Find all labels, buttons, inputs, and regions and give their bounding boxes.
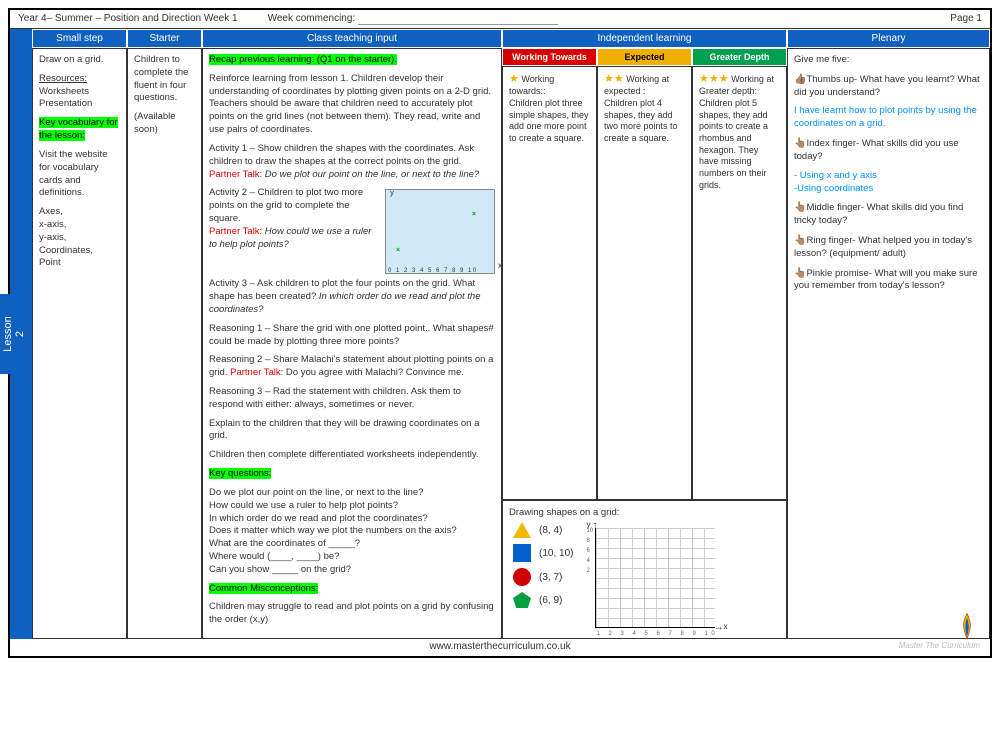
hdr-plenary: Plenary <box>787 29 990 48</box>
thumbs-up-icon: 👍🏽 <box>794 74 806 85</box>
middle-finger-icon: 👆🏽 <box>794 202 806 213</box>
week-commencing-input[interactable] <box>358 13 558 25</box>
independent-cell: Working Towards Expected Greater Depth ★… <box>502 48 787 639</box>
triangle-icon <box>513 522 531 538</box>
hdr-teaching: Class teaching input <box>202 29 502 48</box>
shape-row-triangle: (8, 4) <box>513 522 573 538</box>
grid-wrap: Lesson 2 Small step Starter Class teachi… <box>10 29 990 639</box>
footer-url: www.masterthecurriculum.co.uk <box>10 639 990 656</box>
main-grid: Small step Starter Class teaching input … <box>32 29 990 639</box>
inline-coordinate-grid: y x 0 1 2 3 4 5 6 7 8 9 10 × × <box>385 189 495 274</box>
ring-finger-icon: 👆🏽 <box>794 235 806 246</box>
small-step-cell: Draw on a grid. Resources: Worksheets Pr… <box>32 48 127 639</box>
lesson-plan-page: Year 4– Summer – Position and Direction … <box>8 8 992 658</box>
hdr-starter: Starter <box>127 29 202 48</box>
lesson-tab-column: Lesson 2 <box>10 29 32 639</box>
lesson-tab: Lesson 2 <box>0 294 29 374</box>
page-number: Page 1 <box>950 13 982 25</box>
sub-hdr-gd: Greater Depth <box>692 48 787 66</box>
week-commencing: Week commencing: <box>268 13 558 25</box>
starter-cell: Children to complete the fluent in four … <box>127 48 202 639</box>
hdr-small-step: Small step <box>32 29 127 48</box>
top-bar: Year 4– Summer – Position and Direction … <box>10 10 990 29</box>
content-row: Draw on a grid. Resources: Worksheets Pr… <box>32 48 990 639</box>
shape-row-circle: (3, 7) <box>513 568 573 586</box>
index-finger-icon: 👆🏽 <box>794 138 806 149</box>
star-icon: ★★★ <box>699 73 729 85</box>
teaching-cell: Recap previous learning: (Q1 on the star… <box>202 48 502 639</box>
pinkie-icon: 👆🏽 <box>794 268 806 279</box>
title-left: Year 4– Summer – Position and Direction … <box>18 13 238 25</box>
star-icon: ★ <box>509 73 519 85</box>
sub-hdr-wt: Working Towards <box>502 48 597 66</box>
shape-row-pentagon: (6, 9) <box>513 592 573 608</box>
wt-body: ★ Working towards:: Children plot three … <box>502 66 597 500</box>
shape-row-square: (10, 10) <box>513 544 573 562</box>
blank-grid: y↑ x→ 1 2 3 4 5 6 7 8 9 10 246810 <box>595 528 715 628</box>
hdr-independent: Independent learning <box>502 29 787 48</box>
square-icon <box>513 544 531 562</box>
header-row: Small step Starter Class teaching input … <box>32 29 990 48</box>
exp-body: ★★ Working at expected : Children plot 4… <box>597 66 692 500</box>
star-icon: ★★ <box>604 73 624 85</box>
drawing-shapes-box: Drawing shapes on a grid: (8, 4) (10, 10… <box>502 500 787 639</box>
pentagon-icon <box>513 592 531 608</box>
sub-hdr-exp: Expected <box>597 48 692 66</box>
shape-legend: (8, 4) (10, 10) (3, 7) (6, 9) <box>513 522 573 608</box>
logo-flame-icon <box>958 612 976 640</box>
watermark: Master The Curriculum <box>899 641 980 650</box>
circle-icon <box>513 568 531 586</box>
plenary-cell: Give me five: 👍🏽Thumbs up- What have you… <box>787 48 990 639</box>
gd-body: ★★★ Working at Greater depth: Children p… <box>692 66 787 500</box>
